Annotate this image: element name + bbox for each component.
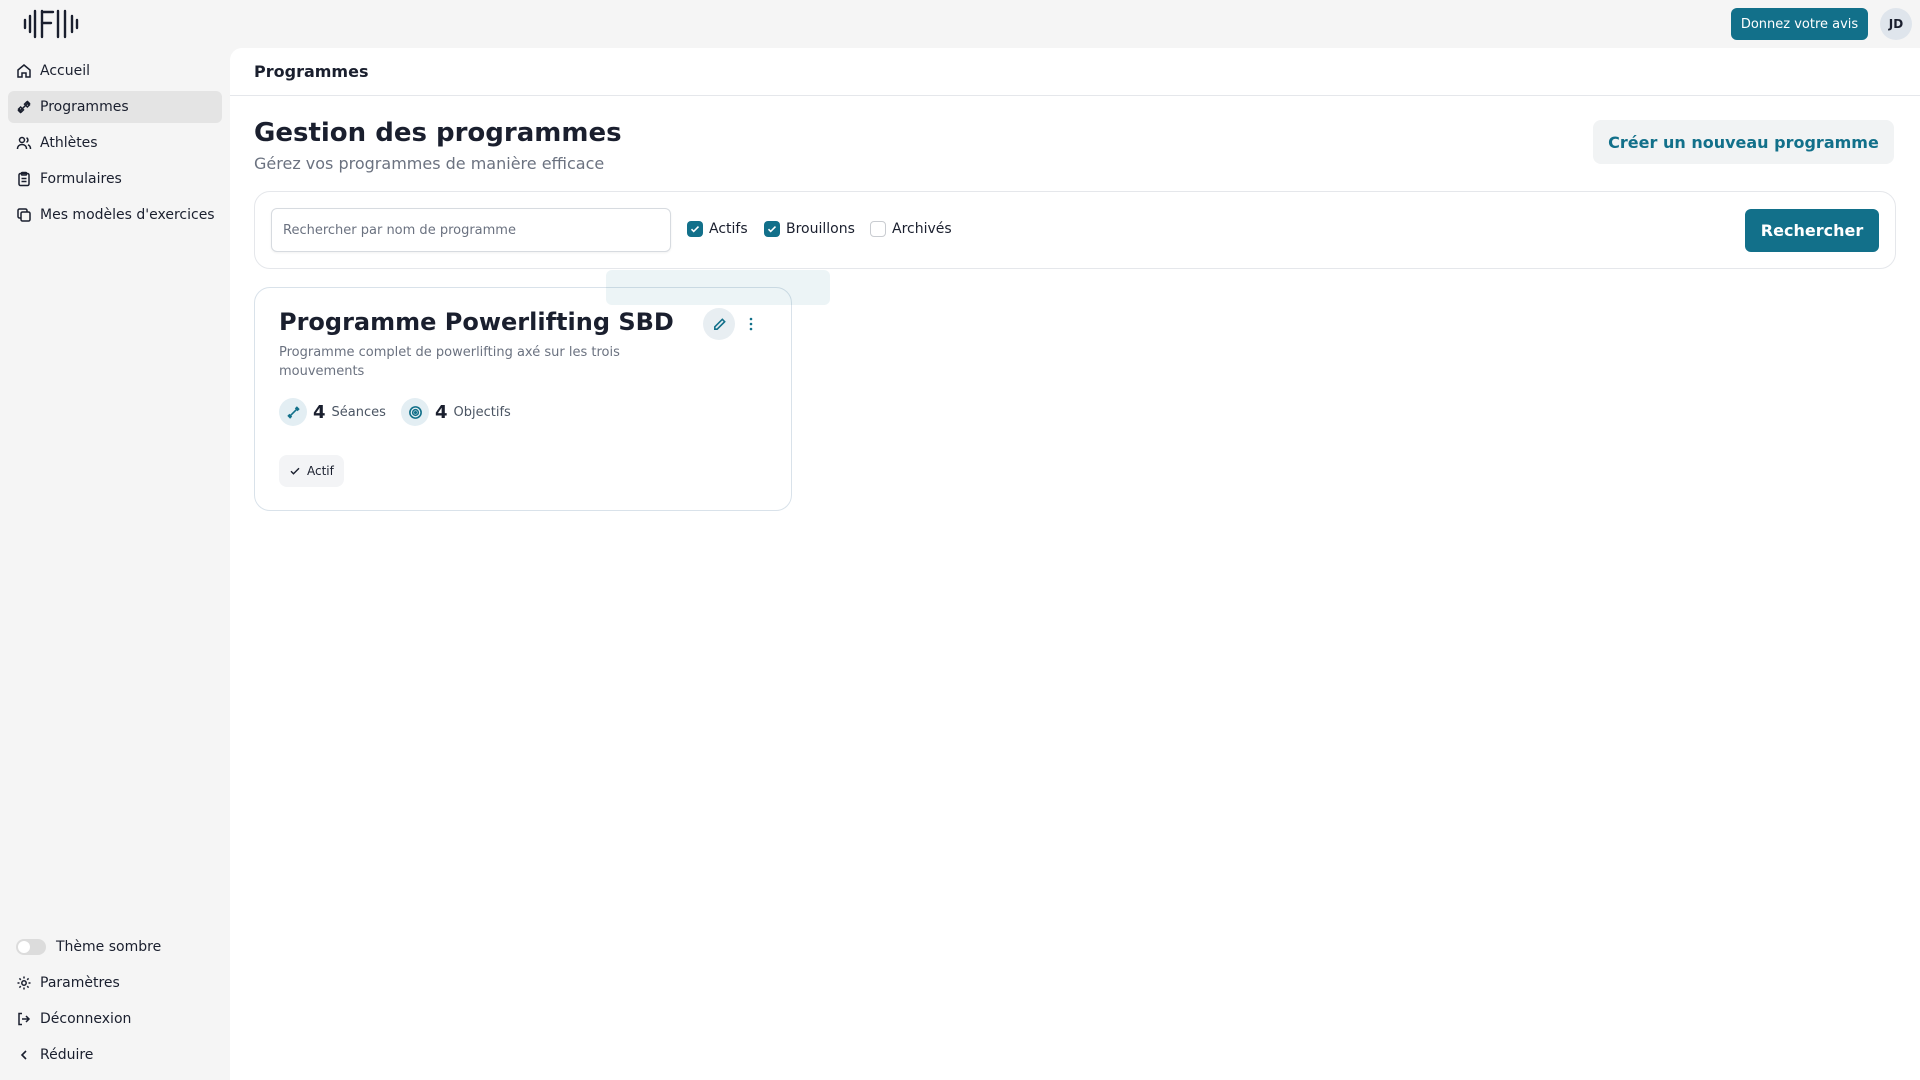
- sidebar: Accueil Programmes Athlètes Formulaires …: [0, 0, 230, 1080]
- users-icon: [16, 135, 32, 151]
- dark-theme-toggle[interactable]: [16, 939, 46, 955]
- main-panel: Programmes Gestion des programmes Gérez …: [230, 48, 1920, 1080]
- status-label: Actif: [307, 464, 334, 478]
- logout-icon: [16, 1011, 32, 1027]
- more-vertical-icon: [749, 317, 753, 331]
- sessions-label: Séances: [331, 404, 386, 420]
- theme-toggle-item[interactable]: Thème sombre: [8, 931, 222, 963]
- sidebar-item-label: Accueil: [40, 63, 90, 79]
- filter-actifs[interactable]: Actifs: [687, 221, 748, 237]
- sidebar-bottom: Thème sombre Paramètres Déconnexion Rédu…: [8, 931, 222, 1075]
- check-icon: [767, 226, 777, 233]
- filter-bar: Actifs Brouillons Archivés Rechercher: [254, 191, 1896, 269]
- sessions-stat: 4 Séances: [279, 398, 386, 426]
- theme-label: Thème sombre: [56, 939, 162, 955]
- header-title: Programmes: [254, 62, 369, 81]
- logo-icon: [23, 9, 79, 39]
- search-input[interactable]: [271, 208, 671, 252]
- home-icon: [16, 63, 32, 79]
- tooltip-overlay: [606, 270, 830, 305]
- sidebar-item-accueil[interactable]: Accueil: [8, 55, 222, 87]
- pencil-icon: [713, 317, 726, 330]
- checkbox-checked[interactable]: [764, 221, 780, 237]
- filter-archives[interactable]: Archivés: [870, 221, 952, 237]
- clipboard-icon: [16, 171, 32, 187]
- goals-count: 4: [435, 401, 448, 423]
- app-logo[interactable]: [22, 6, 86, 42]
- gear-icon: [16, 975, 32, 991]
- chevron-left-icon: [16, 1047, 32, 1063]
- target-icon: [401, 398, 429, 426]
- program-card[interactable]: Programme Powerlifting SBD Programme com…: [254, 287, 792, 511]
- page-subtitle: Gérez vos programmes de manière efficace: [254, 154, 605, 173]
- sidebar-item-programmes[interactable]: Programmes: [8, 91, 222, 123]
- feedback-button[interactable]: Donnez votre avis: [1731, 8, 1868, 40]
- edit-program-button[interactable]: [703, 308, 735, 340]
- goals-stat: 4 Objectifs: [401, 398, 511, 426]
- create-program-button[interactable]: Créer un nouveau programme: [1593, 120, 1894, 164]
- sidebar-item-deconnexion[interactable]: Déconnexion: [8, 1003, 222, 1035]
- status-badge: Actif: [279, 455, 344, 487]
- program-description: Programme complet de powerlifting axé su…: [279, 345, 620, 379]
- sidebar-item-label: Mes modèles d'exercices: [40, 207, 215, 223]
- filter-label: Actifs: [709, 221, 748, 237]
- sidebar-item-label: Programmes: [40, 99, 129, 115]
- check-icon: [690, 226, 700, 233]
- sidebar-item-label: Athlètes: [40, 135, 98, 151]
- check-icon: [290, 467, 300, 475]
- settings-label: Paramètres: [40, 975, 120, 991]
- sidebar-item-label: Formulaires: [40, 171, 122, 187]
- page-title: Gestion des programmes: [254, 118, 622, 148]
- logout-label: Déconnexion: [40, 1011, 132, 1027]
- avatar[interactable]: JD: [1880, 8, 1912, 40]
- checkbox-unchecked[interactable]: [870, 221, 886, 237]
- sidebar-item-reduire[interactable]: Réduire: [8, 1039, 222, 1071]
- dumbbell-icon: [279, 398, 307, 426]
- sidebar-nav: Accueil Programmes Athlètes Formulaires …: [8, 55, 222, 235]
- sessions-count: 4: [313, 401, 326, 423]
- filter-label: Archivés: [892, 221, 952, 237]
- search-button[interactable]: Rechercher: [1745, 209, 1879, 252]
- checkbox-checked[interactable]: [687, 221, 703, 237]
- sidebar-item-formulaires[interactable]: Formulaires: [8, 163, 222, 195]
- goals-label: Objectifs: [453, 404, 511, 420]
- sidebar-item-athletes[interactable]: Athlètes: [8, 127, 222, 159]
- program-title: Programme Powerlifting SBD: [279, 308, 674, 336]
- more-options-button[interactable]: [741, 308, 761, 340]
- collapse-label: Réduire: [40, 1047, 94, 1063]
- sidebar-item-parametres[interactable]: Paramètres: [8, 967, 222, 999]
- copy-icon: [16, 207, 32, 223]
- main-header: Programmes: [230, 48, 1920, 96]
- filter-label: Brouillons: [786, 221, 855, 237]
- sidebar-item-modeles[interactable]: Mes modèles d'exercices: [8, 199, 222, 231]
- dumbbell-icon: [16, 99, 32, 115]
- filter-brouillons[interactable]: Brouillons: [764, 221, 855, 237]
